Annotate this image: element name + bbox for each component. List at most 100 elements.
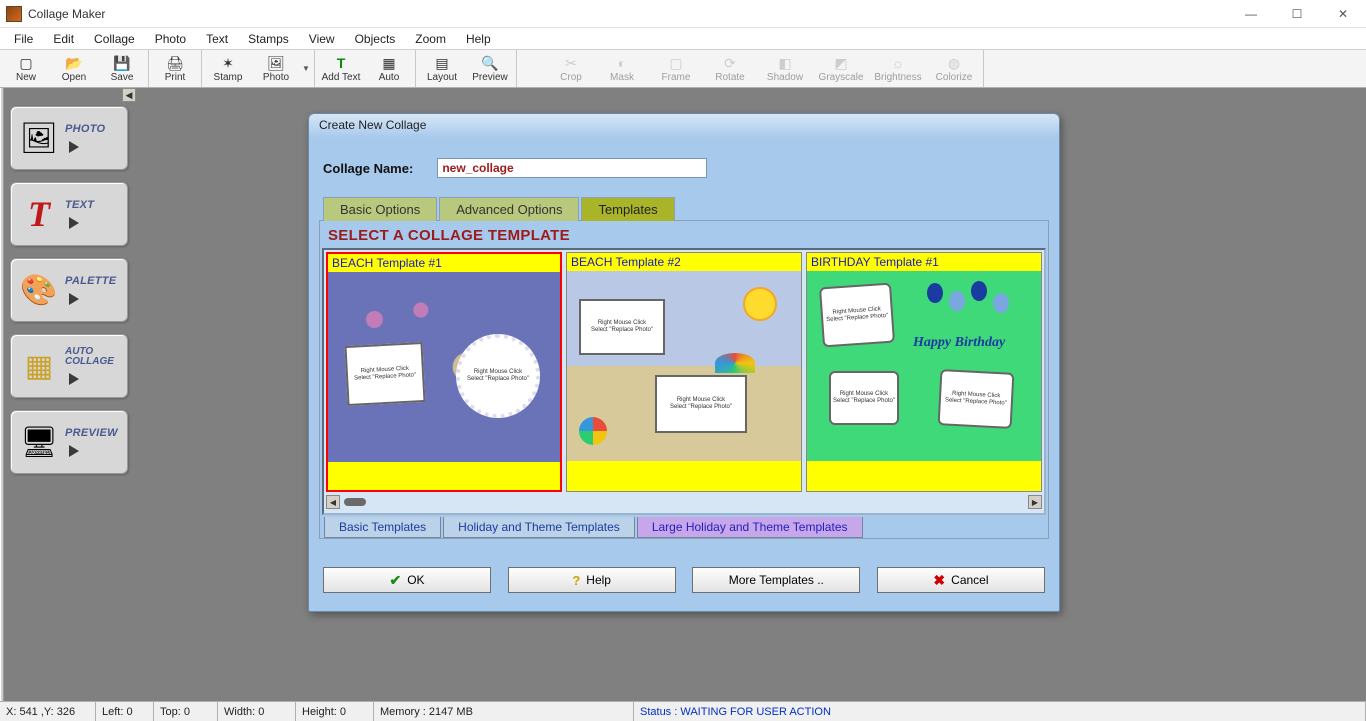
tool-save[interactable]: 💾Save bbox=[98, 50, 146, 87]
menu-photo[interactable]: Photo bbox=[145, 30, 196, 48]
tab-advanced-options[interactable]: Advanced Options bbox=[439, 197, 579, 221]
side-collapse-button[interactable]: ◀ bbox=[122, 88, 136, 102]
tool-layout[interactable]: ▤Layout bbox=[418, 50, 466, 87]
tool-brightness: ☼Brightness bbox=[869, 50, 927, 87]
cancel-button[interactable]: ✖Cancel bbox=[877, 567, 1045, 593]
happy-birthday-text: Happy Birthday bbox=[913, 335, 1005, 351]
template-thumbnail: Happy Birthday Right Mouse ClickSelect "… bbox=[807, 271, 1041, 461]
open-icon: 📂 bbox=[65, 55, 83, 71]
side-photo-button[interactable]: 🖼 PHOTO bbox=[10, 106, 128, 170]
dialog-tabstrip: Basic Options Advanced Options Templates bbox=[323, 196, 1049, 220]
umbrella-icon bbox=[715, 353, 755, 373]
menu-collage[interactable]: Collage bbox=[84, 30, 145, 48]
tool-frame: ▢Frame bbox=[649, 50, 703, 87]
tool-crop: ✂Crop bbox=[547, 50, 595, 87]
text-icon: T bbox=[15, 190, 63, 238]
tool-grayscale: ◩Grayscale bbox=[813, 50, 869, 87]
side-palette-button[interactable]: 🎨 PALETTE bbox=[10, 258, 128, 322]
template-thumbnail: Right Mouse ClickSelect "Replace Photo" … bbox=[567, 271, 801, 461]
template-category-tabs: Basic Templates Holiday and Theme Templa… bbox=[324, 517, 1048, 538]
new-icon: ▢ bbox=[17, 55, 35, 71]
rotate-icon: ⟳ bbox=[721, 55, 739, 71]
menu-view[interactable]: View bbox=[299, 30, 345, 48]
brightness-icon: ☼ bbox=[889, 55, 907, 71]
palette-icon: 🎨 bbox=[15, 266, 63, 314]
play-icon bbox=[69, 293, 79, 305]
side-label: TEXT bbox=[65, 199, 94, 211]
tool-add-text[interactable]: TAdd Text bbox=[317, 50, 365, 87]
add-text-icon: T bbox=[332, 55, 350, 71]
tool-open[interactable]: 📂Open bbox=[50, 50, 98, 87]
help-button[interactable]: ?Help bbox=[508, 567, 676, 593]
frame-icon: ▢ bbox=[667, 55, 685, 71]
status-state: Status : WAITING FOR USER ACTION bbox=[634, 702, 1366, 721]
menu-text[interactable]: Text bbox=[196, 30, 238, 48]
maximize-button[interactable]: ☐ bbox=[1274, 0, 1320, 28]
menu-objects[interactable]: Objects bbox=[345, 30, 406, 48]
collage-name-input[interactable] bbox=[437, 158, 707, 178]
status-coords: X: 541 ,Y: 326 bbox=[0, 702, 96, 721]
status-width: Width: 0 bbox=[218, 702, 296, 721]
scroll-left-button[interactable]: ◀ bbox=[326, 495, 340, 509]
sun-icon bbox=[745, 289, 775, 319]
ok-button[interactable]: ✔OK bbox=[323, 567, 491, 593]
tool-preview[interactable]: 🔍Preview bbox=[466, 50, 514, 87]
balloon-icon bbox=[971, 281, 987, 301]
side-auto-collage-button[interactable]: ▦ AUTOCOLLAGE bbox=[10, 334, 128, 398]
scroll-track[interactable] bbox=[342, 497, 1026, 507]
menu-stamps[interactable]: Stamps bbox=[238, 30, 299, 48]
app-icon bbox=[6, 6, 22, 22]
colorize-icon: ◍ bbox=[945, 55, 963, 71]
side-label: PREVIEW bbox=[65, 427, 118, 439]
template-card-birthday-1[interactable]: BIRTHDAY Template #1 Happy Birthday Righ… bbox=[806, 252, 1042, 492]
scroll-right-button[interactable]: ▶ bbox=[1028, 495, 1042, 509]
template-scroll: BEACH Template #1 Right Mouse ClickSelec… bbox=[322, 248, 1046, 515]
template-hscroll[interactable]: ◀ ▶ bbox=[326, 493, 1042, 511]
balloon-icon bbox=[993, 293, 1009, 313]
x-icon: ✖ bbox=[933, 572, 945, 589]
more-templates-button[interactable]: More Templates .. bbox=[692, 567, 860, 593]
template-card-beach-1[interactable]: BEACH Template #1 Right Mouse ClickSelec… bbox=[326, 252, 562, 492]
close-button[interactable]: ✕ bbox=[1320, 0, 1366, 28]
template-label: BEACH Template #1 bbox=[328, 254, 560, 272]
btab-holiday-theme[interactable]: Holiday and Theme Templates bbox=[443, 517, 635, 538]
menu-edit[interactable]: Edit bbox=[43, 30, 84, 48]
btab-basic-templates[interactable]: Basic Templates bbox=[324, 517, 441, 538]
template-card-beach-2[interactable]: BEACH Template #2 Right Mouse ClickSelec… bbox=[566, 252, 802, 492]
grayscale-icon: ◩ bbox=[832, 55, 850, 71]
tool-photo[interactable]: 🖼Photo bbox=[252, 50, 300, 87]
tool-stamp[interactable]: ✶Stamp bbox=[204, 50, 252, 87]
shadow-icon: ◧ bbox=[776, 55, 794, 71]
status-left: Left: 0 bbox=[96, 702, 154, 721]
menu-help[interactable]: Help bbox=[456, 30, 501, 48]
tool-rotate: ⟳Rotate bbox=[703, 50, 757, 87]
status-top: Top: 0 bbox=[154, 702, 218, 721]
select-template-header: SELECT A COLLAGE TEMPLATE bbox=[320, 221, 1048, 248]
template-label: BEACH Template #2 bbox=[567, 253, 801, 271]
tool-print[interactable]: 🖨Print bbox=[151, 50, 199, 87]
tool-new[interactable]: ▢New bbox=[2, 50, 50, 87]
btab-large-holiday-theme[interactable]: Large Holiday and Theme Templates bbox=[637, 517, 863, 538]
tool-photo-dropdown[interactable]: ▼ bbox=[300, 50, 312, 87]
status-height: Height: 0 bbox=[296, 702, 374, 721]
tool-colorize: ◍Colorize bbox=[927, 50, 981, 87]
titlebar: Collage Maker — ☐ ✕ bbox=[0, 0, 1366, 28]
tool-auto[interactable]: ▦Auto bbox=[365, 50, 413, 87]
side-preview-button[interactable]: 🖥 PREVIEW bbox=[10, 410, 128, 474]
tab-templates[interactable]: Templates bbox=[581, 197, 674, 221]
menu-file[interactable]: File bbox=[4, 30, 43, 48]
minimize-button[interactable]: — bbox=[1228, 0, 1274, 28]
photo-icon: 🖼 bbox=[267, 55, 285, 71]
create-new-collage-dialog: Create New Collage Collage Name: Basic O… bbox=[308, 113, 1060, 612]
play-icon bbox=[69, 141, 79, 153]
stamp-icon: ✶ bbox=[219, 55, 237, 71]
tab-basic-options[interactable]: Basic Options bbox=[323, 197, 437, 221]
side-text-button[interactable]: T TEXT bbox=[10, 182, 128, 246]
template-label: BIRTHDAY Template #1 bbox=[807, 253, 1041, 271]
menu-zoom[interactable]: Zoom bbox=[405, 30, 456, 48]
beachball-icon bbox=[579, 417, 607, 445]
play-icon bbox=[69, 445, 79, 457]
menubar: File Edit Collage Photo Text Stamps View… bbox=[0, 28, 1366, 50]
scroll-thumb[interactable] bbox=[344, 498, 366, 506]
play-icon bbox=[69, 217, 79, 229]
